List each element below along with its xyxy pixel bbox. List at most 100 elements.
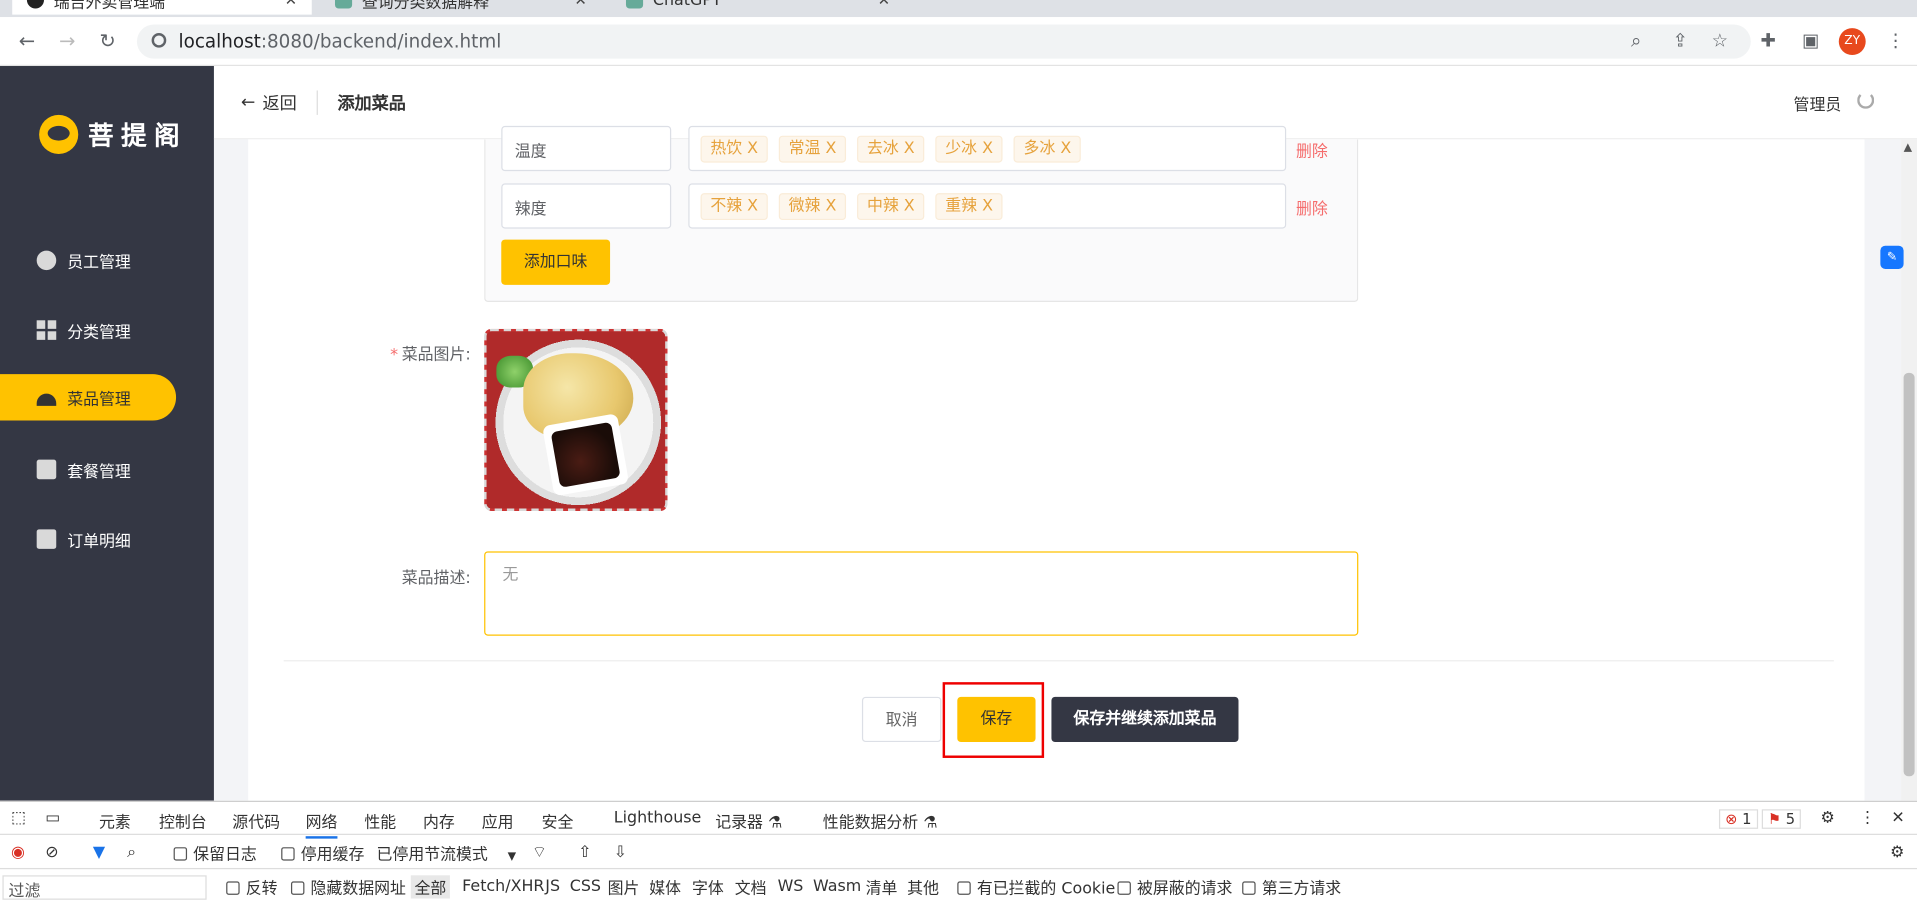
filter-type-manifest[interactable]: 清单 bbox=[866, 875, 898, 898]
header-divider bbox=[316, 90, 318, 115]
devtools-tab-memory[interactable]: 内存 bbox=[423, 809, 455, 832]
devtools-tab-recorder[interactable]: 记录器 ⚗ bbox=[715, 809, 782, 832]
bookmark-star-icon[interactable]: ☆ bbox=[1712, 29, 1728, 51]
blocked-cookies-checkbox[interactable]: 有已拦截的 Cookie bbox=[957, 875, 1115, 899]
devtools-tab-lighthouse[interactable]: Lighthouse bbox=[614, 809, 702, 827]
cancel-button[interactable]: 取消 bbox=[861, 696, 942, 743]
sidebar-item-employees[interactable]: 员工管理 bbox=[0, 237, 176, 283]
browser-tab-active[interactable]: 瑞吉外卖管理端 ✕ bbox=[12, 0, 312, 15]
devtools-more-icon[interactable]: ⋮ bbox=[1860, 809, 1876, 827]
save-and-continue-button[interactable]: 保存并继续添加菜品 bbox=[1051, 696, 1239, 743]
filter-type-all[interactable]: 全部 bbox=[410, 875, 450, 899]
flavor-name-input[interactable]: 辣度 bbox=[501, 183, 672, 229]
save-button[interactable]: 保存 bbox=[957, 696, 1036, 743]
filter-type-ws[interactable]: WS bbox=[778, 878, 804, 896]
description-textarea[interactable]: 无 bbox=[484, 551, 1359, 636]
issues-count-badge[interactable]: ⚑ 5 bbox=[1761, 809, 1802, 829]
back-arrow-icon[interactable]: ← bbox=[15, 29, 39, 53]
filter-funnel-icon[interactable]: ▼ bbox=[93, 843, 105, 861]
sidebar-item-orders[interactable]: 订单明细 bbox=[0, 516, 176, 562]
devtools-tab-security[interactable]: 安全 bbox=[542, 809, 574, 832]
filter-type-css[interactable]: CSS bbox=[570, 878, 601, 896]
filter-type-fetch-xhr[interactable]: Fetch/XHR bbox=[462, 878, 544, 896]
delete-flavor-button[interactable]: 删除 bbox=[1296, 196, 1328, 218]
side-panel-icon[interactable]: ▣ bbox=[1802, 29, 1819, 51]
devtools-tab-elements[interactable]: 元素 bbox=[99, 809, 131, 832]
sidebar-item-categories[interactable]: 分类管理 bbox=[0, 307, 176, 353]
add-flavor-button[interactable]: 添加口味 bbox=[501, 239, 611, 285]
devtools-tab-perf-insights[interactable]: 性能数据分析 ⚗ bbox=[823, 809, 938, 832]
filter-input[interactable]: 过滤 bbox=[2, 874, 207, 900]
hide-data-urls-checkbox[interactable]: 隐藏数据网址 bbox=[290, 875, 406, 899]
sidebar-item-dishes[interactable]: 菜品管理 bbox=[0, 374, 177, 421]
close-tab-icon[interactable]: ✕ bbox=[285, 0, 297, 9]
devtools-tab-application[interactable]: 应用 bbox=[482, 809, 514, 832]
sidebar-item-setmeals[interactable]: 套餐管理 bbox=[0, 446, 176, 492]
more-menu-icon[interactable]: ⋮ bbox=[1886, 29, 1904, 51]
filter-type-media[interactable]: 媒体 bbox=[649, 875, 681, 898]
flavor-tag[interactable]: 少冰 X bbox=[935, 135, 1003, 162]
devtools-close-icon[interactable]: ✕ bbox=[1891, 809, 1904, 827]
throttling-select[interactable]: 已停用节流模式 ▼ bbox=[377, 840, 516, 863]
browser-tab[interactable]: 查询分类数据解释 ✕ bbox=[320, 0, 601, 15]
clear-icon[interactable]: ⊘ bbox=[45, 843, 58, 861]
preserve-log-checkbox[interactable]: 保留日志 bbox=[173, 840, 257, 864]
flavor-tag[interactable]: 去冰 X bbox=[857, 135, 925, 162]
export-har-icon[interactable]: ⇩ bbox=[614, 843, 627, 861]
network-settings-gear-icon[interactable]: ⚙ bbox=[1890, 843, 1904, 861]
flavor-name-input[interactable]: 温度 bbox=[501, 125, 672, 172]
scrollbar-thumb[interactable] bbox=[1903, 372, 1915, 777]
address-bar[interactable]: localhost:8080/backend/index.html ⌕ ⇪ ☆ bbox=[136, 24, 1751, 59]
flavor-tags-input[interactable]: 热饮 X 常温 X 去冰 X 少冰 X 多冰 X bbox=[688, 125, 1287, 172]
logout-power-icon[interactable] bbox=[1857, 91, 1875, 109]
reload-icon[interactable]: ↻ bbox=[95, 29, 119, 53]
filter-type-other[interactable]: 其他 bbox=[907, 875, 939, 898]
third-party-checkbox[interactable]: 第三方请求 bbox=[1242, 875, 1341, 899]
dish-photo bbox=[486, 331, 666, 509]
filter-type-font[interactable]: 字体 bbox=[692, 875, 724, 898]
invert-checkbox[interactable]: 反转 bbox=[226, 875, 278, 899]
devtools-tab-performance[interactable]: 性能 bbox=[364, 809, 396, 832]
site-info-icon[interactable] bbox=[151, 33, 167, 48]
devtools-tab-sources[interactable]: 源代码 bbox=[232, 809, 280, 832]
error-count-badge[interactable]: ⊗ 1 bbox=[1718, 809, 1758, 829]
flavor-tag[interactable]: 微辣 X bbox=[778, 192, 847, 220]
filter-type-wasm[interactable]: Wasm bbox=[813, 878, 861, 896]
filter-type-img[interactable]: 图片 bbox=[608, 875, 640, 898]
sidebar-item-label: 菜品管理 bbox=[67, 390, 131, 409]
filter-type-doc[interactable]: 文档 bbox=[735, 875, 767, 898]
network-conditions-icon[interactable]: ⌔ bbox=[532, 842, 547, 862]
back-button[interactable]: ← 返回 bbox=[241, 90, 297, 114]
zoom-icon[interactable]: ⌕ bbox=[1631, 29, 1641, 51]
devtools-tab-console[interactable]: 控制台 bbox=[159, 809, 207, 832]
delete-flavor-button[interactable]: 删除 bbox=[1296, 138, 1328, 161]
flavor-tag[interactable]: 多冰 X bbox=[1013, 135, 1082, 162]
devtools-panel: ⬚ ▭ 元素 控制台 源代码 网络 性能 内存 应用 安全 Lighthouse… bbox=[0, 800, 1917, 901]
inspect-element-icon[interactable]: ⬚ bbox=[11, 809, 26, 827]
close-tab-icon[interactable]: ✕ bbox=[575, 0, 587, 9]
flavor-tags-input[interactable]: 不辣 X 微辣 X 中辣 X 重辣 X bbox=[688, 183, 1287, 229]
translate-extension-icon[interactable]: ✎ bbox=[1880, 245, 1904, 269]
flavor-tag[interactable]: 常温 X bbox=[778, 135, 847, 162]
disable-cache-checkbox[interactable]: 停用缓存 bbox=[281, 840, 364, 864]
profile-avatar[interactable]: ZY bbox=[1838, 28, 1866, 56]
devtools-tab-network[interactable]: 网络 bbox=[305, 809, 338, 839]
flavor-tag[interactable]: 重辣 X bbox=[935, 192, 1003, 220]
share-icon[interactable]: ⇪ bbox=[1673, 29, 1688, 51]
record-stop-icon[interactable]: ◉ bbox=[11, 843, 25, 861]
dish-image-upload[interactable] bbox=[484, 328, 668, 512]
forward-arrow-icon[interactable]: → bbox=[55, 29, 79, 53]
device-toolbar-icon[interactable]: ▭ bbox=[45, 809, 60, 827]
flavor-tag[interactable]: 中辣 X bbox=[857, 192, 925, 220]
blocked-requests-checkbox[interactable]: 被屏蔽的请求 bbox=[1117, 875, 1232, 899]
search-icon[interactable]: ⌕ bbox=[127, 843, 136, 861]
browser-tab[interactable]: ChatGPT ✕ bbox=[611, 0, 904, 15]
flavor-tag[interactable]: 热饮 X bbox=[700, 135, 768, 162]
flavor-tag[interactable]: 不辣 X bbox=[700, 192, 768, 220]
extensions-icon[interactable]: ✚ bbox=[1761, 29, 1776, 51]
filter-type-js[interactable]: JS bbox=[545, 878, 560, 896]
scroll-up-arrow-icon[interactable]: ▲ bbox=[1904, 142, 1912, 154]
close-tab-icon[interactable]: ✕ bbox=[878, 0, 890, 9]
import-har-icon[interactable]: ⇧ bbox=[578, 843, 591, 861]
devtools-settings-gear-icon[interactable]: ⚙ bbox=[1820, 809, 1834, 827]
